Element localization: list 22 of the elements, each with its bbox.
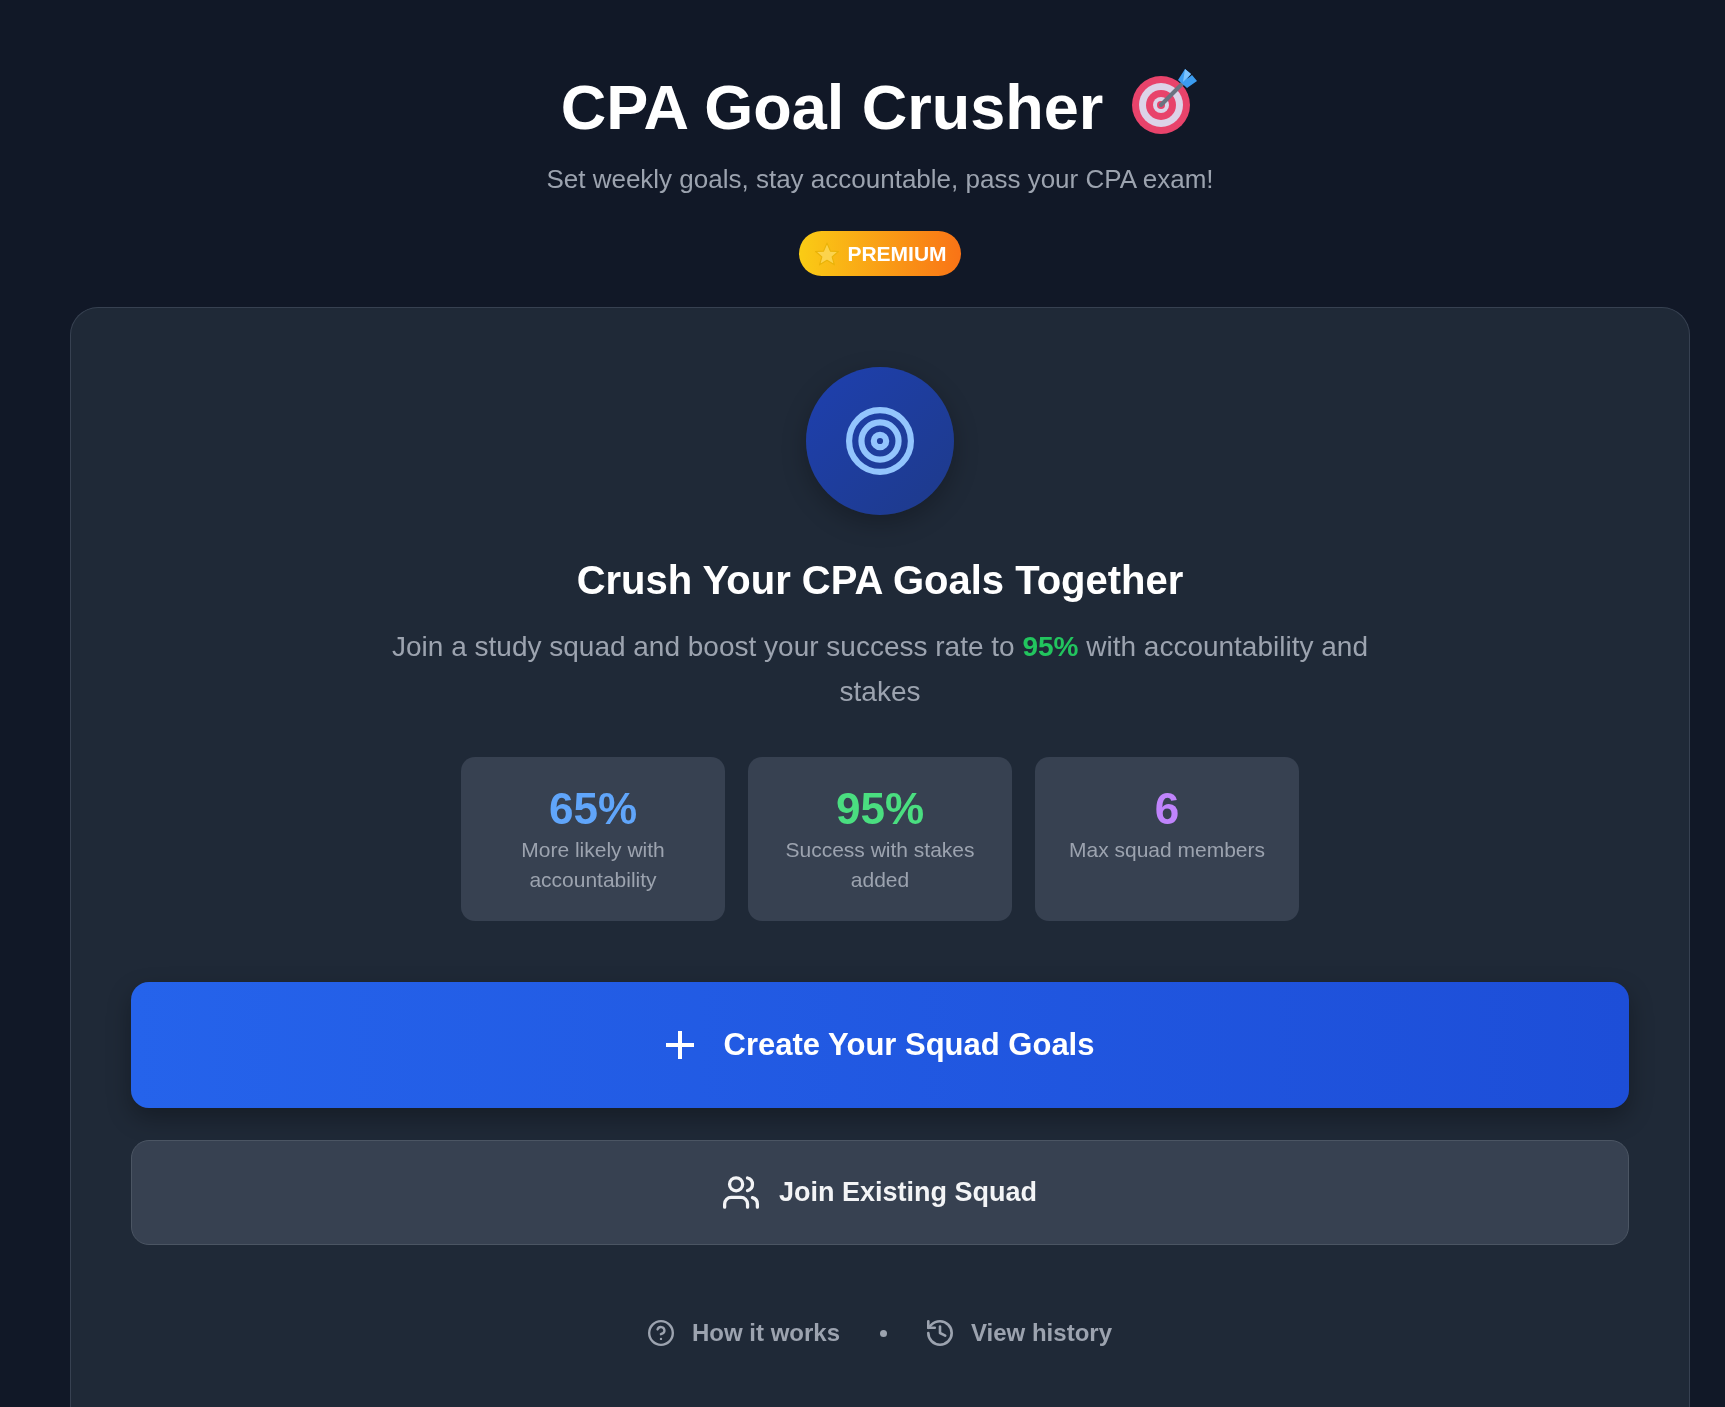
app-title: CPA Goal Crusher	[560, 71, 1104, 144]
star-icon	[815, 241, 840, 266]
stat-value: 65%	[548, 785, 638, 833]
secondary-action-button[interactable]: Join Existing Squad	[131, 1140, 1629, 1245]
stat-label: Success with stakes added	[784, 837, 976, 893]
stat-value: 6	[1154, 785, 1180, 833]
app-subtitle: Set weekly goals, stay accountable, pass your CPA exam!	[546, 163, 1214, 196]
hero-heading: Crush Your CPA Goals Together	[576, 557, 1184, 604]
dart-target-icon	[1131, 67, 1200, 135]
plus-icon	[665, 1031, 694, 1059]
history-icon	[927, 1320, 954, 1346]
help-icon	[648, 1320, 674, 1346]
hero-description: Join a study squad and boost your success rate to 95% with accountability and stakes	[391, 630, 1369, 709]
stat-label: Max squad members	[1068, 837, 1266, 863]
footer-link[interactable]: View history	[927, 1316, 1112, 1350]
footer-link[interactable]: How it works	[648, 1316, 841, 1350]
users-icon	[723, 1176, 759, 1209]
stat-label: More likely with accountability	[520, 837, 666, 893]
separator-dot-icon	[880, 1329, 888, 1337]
primary-action-button[interactable]: Create Your Squad Goals	[131, 982, 1629, 1108]
stat-value: 95%	[835, 785, 925, 833]
premium-badge: PREMIUM	[799, 231, 961, 276]
